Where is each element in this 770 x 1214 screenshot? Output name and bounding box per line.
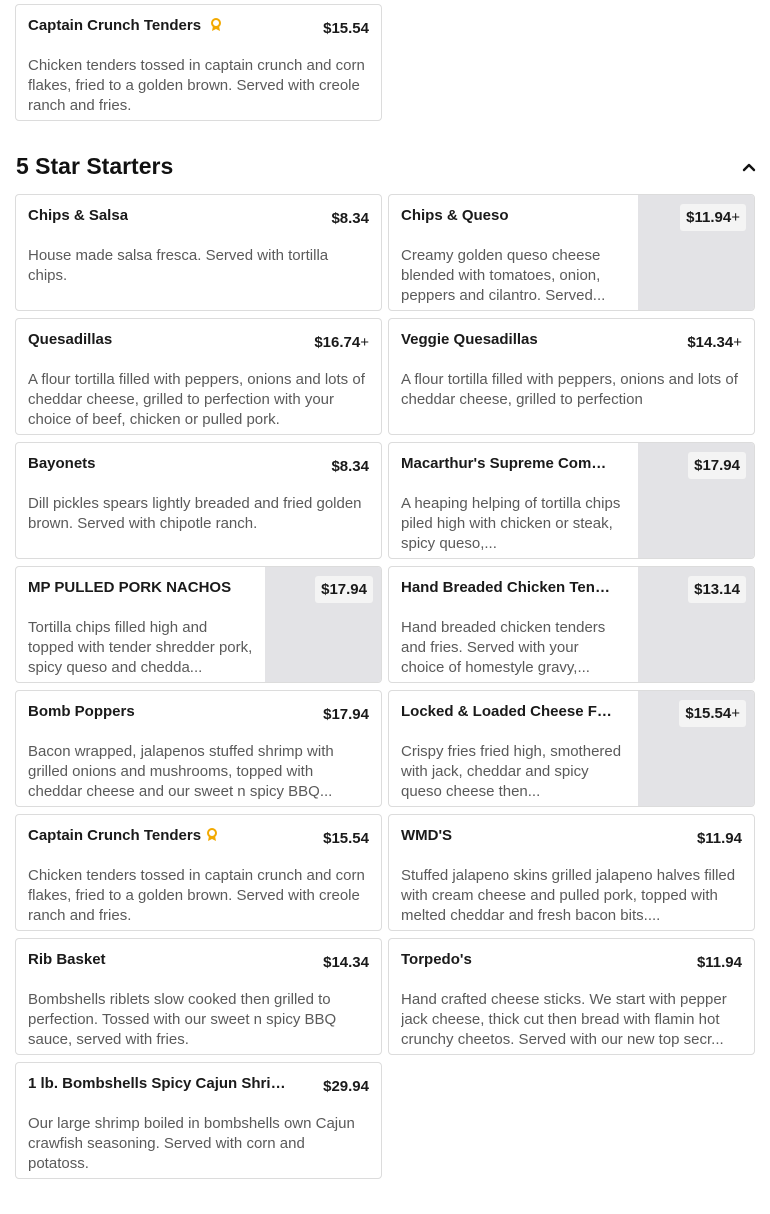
menu-item-card[interactable]: Chips & Salsa $8.34 House made salsa fresc… [15, 194, 382, 311]
menu-item-name: 1 lb. Bombshells Spicy Cajun Shrimp Boil [28, 1075, 298, 1092]
menu-item-name: Torpedo's [401, 951, 472, 968]
menu-item-card[interactable]: Rib Basket $14.34 Bombshells riblets slow … [15, 938, 382, 1055]
award-ribbon-icon [207, 827, 218, 841]
menu-item-name: Macarthur's Supreme Comm... [401, 455, 616, 472]
menu-item-card[interactable]: Chips & Queso Creamy golden queso cheese … [388, 194, 755, 311]
menu-item-name: Bomb Poppers [28, 703, 135, 720]
menu-item-description: Dill pickles spears lightly breaded and … [28, 495, 362, 532]
menu-item-description: Bacon wrapped, jalapenos stuffed shrimp … [28, 743, 334, 800]
menu-item-price: $15.54 [323, 830, 369, 847]
menu-item-description: Tortilla chips filled high and topped wi… [28, 619, 253, 676]
menu-item-card[interactable]: WMD'S $11.94 Stuffed jalapeno skins grille… [388, 814, 755, 931]
menu-item-name: Chips & Salsa [28, 207, 129, 224]
menu-item-description: A flour tortilla filled with peppers, on… [401, 371, 738, 408]
menu-item-card[interactable]: Bomb Poppers $17.94 Bacon wrapped, jalapen… [15, 690, 382, 807]
menu-item-price: $14.34 [323, 954, 369, 971]
menu-item-name: Captain Crunch Tenders [28, 827, 218, 844]
menu-item-image: $11.94+ [638, 195, 754, 310]
menu-item-description: Crispy fries fried high, smothered with … [401, 743, 622, 800]
menu-item-description: Bombshells riblets slow cooked then gril… [28, 991, 337, 1048]
menu-item-price: $17.94 [323, 706, 369, 723]
menu-item-card[interactable]: Torpedo's $11.94 Hand crafted cheese stick… [388, 938, 755, 1055]
menu-item-card[interactable]: Veggie Quesadillas $14.34+ A flour tortill… [388, 318, 755, 435]
menu-item-price: $15.54 [323, 20, 369, 37]
menu-item-card[interactable]: Quesadillas $16.74+ A flour tortilla fille… [15, 318, 382, 435]
menu-item-price: $13.14 [688, 576, 746, 603]
menu-item-description: Chicken tenders tossed in captain crunch… [28, 867, 365, 924]
menu-item-name: Veggie Quesadillas [401, 331, 538, 348]
menu-item-price: $11.94+ [680, 204, 746, 231]
award-ribbon-icon [211, 17, 222, 31]
menu-item-name: Locked & Loaded Cheese Fri... [401, 703, 616, 720]
menu-item-price: $17.94 [688, 452, 746, 479]
menu-item-description: Chicken tenders tossed in captain crunch… [28, 57, 365, 114]
menu-item-description: Our large shrimp boiled in bombshells ow… [28, 1115, 355, 1172]
menu-item-card[interactable]: Captain Crunch Tenders $15.54 Chicken tend… [15, 814, 382, 931]
menu-item-name: Quesadillas [28, 331, 113, 348]
menu-item-name: Chips & Queso [401, 207, 509, 224]
menu-item-card[interactable]: MP PULLED PORK NACHOS Tortilla chips fill… [15, 566, 382, 683]
menu-item-name: WMD'S [401, 827, 453, 844]
menu-item-name: Rib Basket [28, 951, 106, 968]
menu-item-image: $13.14 [638, 567, 754, 682]
menu-item-price: $17.94 [315, 576, 373, 603]
menu-item-description: A flour tortilla filled with peppers, on… [28, 371, 365, 428]
menu-item-name: Bayonets [28, 455, 96, 472]
menu-item-description: Stuffed jalapeno skins grilled jalapeno … [401, 867, 736, 924]
menu-item-description: Hand breaded chicken tenders and fries. … [401, 619, 606, 676]
menu-item-name: MP PULLED PORK NACHOS [28, 579, 232, 596]
menu-item-price: $11.94 [696, 954, 742, 971]
menu-item-card[interactable]: 1 lb. Bombshells Spicy Cajun Shrimp Boil… [15, 1062, 382, 1179]
menu-item-price: $29.94 [323, 1078, 369, 1095]
menu-item-price: $11.94 [696, 830, 742, 847]
menu-item-image: $15.54+ [638, 691, 754, 806]
menu-item-card[interactable]: Locked & Loaded Cheese Fri... Crispy frie… [388, 690, 755, 807]
menu-item-description: Creamy golden queso cheese blended with … [401, 247, 606, 304]
menu-item-image: $17.94 [265, 567, 381, 682]
menu-item-description: House made salsa fresca. Served with tor… [28, 247, 329, 284]
chevron-up-icon[interactable] [740, 158, 758, 176]
menu-item-card[interactable]: Bayonets $8.34 Dill pickles spears lightly… [15, 442, 382, 559]
menu-item-description: Hand crafted cheese sticks. We start wit… [401, 991, 727, 1048]
menu-item-card[interactable]: Hand Breaded Chicken Tend... Hand breaded… [388, 566, 755, 683]
menu-item-image: $17.94 [638, 443, 754, 558]
menu-item-description: A heaping helping of tortilla chips pile… [401, 495, 621, 552]
menu-item-card[interactable]: Captain Crunch Tenders $15.54 Chicken te… [15, 4, 382, 121]
section-title: 5 Star Starters [16, 153, 174, 179]
menu-item-price: $14.34+ [687, 334, 742, 351]
menu-item-price: $15.54+ [679, 700, 746, 727]
menu-item-price: $8.34 [331, 458, 369, 475]
menu-item-name: Hand Breaded Chicken Tend... [401, 579, 616, 596]
menu-item-price: $8.34 [331, 210, 369, 227]
menu-item-card[interactable]: Macarthur's Supreme Comm... A heaping hel… [388, 442, 755, 559]
menu-item-name: Captain Crunch Tenders [28, 17, 222, 34]
menu-item-price: $16.74+ [314, 334, 369, 351]
